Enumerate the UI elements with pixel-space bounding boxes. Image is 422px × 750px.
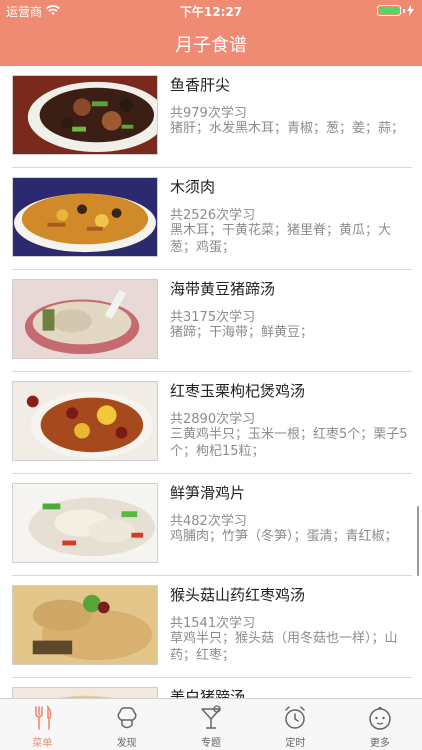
recipe-title: 美白猪蹄汤 (170, 688, 246, 698)
study-count: 共482次学习 (170, 514, 247, 529)
tab-label: 菜单 (32, 738, 53, 749)
recipe-title: 鲜笋滑鸡片 (170, 484, 246, 502)
recipe-row[interactable]: 红枣玉栗枸杞煲鸡汤 共2890次学习 三黄鸡半只；玉米一根；红枣5个；栗子5个；… (0, 372, 422, 474)
recipe-row[interactable]: 猴头菇山药红枣鸡汤 共1541次学习 草鸡半只；猴头菇（用冬菇也一样）；山药；红… (0, 576, 422, 678)
ingredients: 黑木耳；干黄花菜；猪里脊；黄瓜；大葱；鸡蛋； (170, 223, 392, 255)
baby-face-icon (369, 706, 391, 730)
recipe-thumbnail (12, 75, 158, 155)
recipe-row[interactable]: 美白猪蹄汤 (0, 678, 422, 698)
tab-topics[interactable]: 专题 (169, 699, 253, 750)
recipe-row[interactable]: 木须肉 共2526次学习 黑木耳；干黄花菜；猪里脊；黄瓜；大葱；鸡蛋； (0, 168, 422, 270)
study-count: 共979次学习 (170, 106, 247, 121)
tab-more[interactable]: 更多 (338, 699, 422, 750)
ingredients: 鸡脯肉；竹笋（冬笋）；蛋清；青红椒； (170, 529, 398, 544)
recipe-list[interactable]: 鱼香肝尖 共979次学习 猪肝；水发黑木耳；青椒；葱；姜；蒜； 木须肉 共252… (0, 66, 422, 698)
recipe-title: 猴头菇山药红枣鸡汤 (170, 586, 306, 604)
study-count: 共2890次学习 (170, 412, 256, 427)
tab-label: 更多 (369, 738, 390, 749)
ingredients: 猪蹄；干海带；鲜黄豆； (170, 325, 314, 340)
recipe-title: 海带黄豆猪蹄汤 (170, 280, 276, 298)
scroll-indicator[interactable] (417, 506, 419, 576)
fork-knife-icon (35, 704, 52, 730)
tab-timer[interactable]: 定时 (253, 699, 337, 750)
battery-icon (377, 5, 414, 16)
study-count: 共1541次学习 (170, 616, 256, 631)
tab-menu[interactable]: 菜单 (0, 699, 84, 750)
nav-bar: 月子食谱 (0, 22, 422, 66)
recipe-thumbnail (12, 177, 158, 257)
recipe-title: 鱼香肝尖 (170, 76, 231, 94)
status-time: 下午12:27 (179, 5, 243, 19)
tab-label: 定时 (285, 738, 306, 749)
charging-icon (407, 5, 414, 16)
cocktail-icon (201, 705, 221, 729)
chef-hat-icon (117, 707, 137, 729)
alarm-clock-icon (285, 706, 306, 729)
recipe-thumbnail (12, 279, 158, 359)
tab-label: 专题 (201, 738, 222, 749)
study-count: 共3175次学习 (170, 310, 256, 325)
tab-label: 发现 (116, 738, 137, 749)
recipe-row[interactable]: 鲜笋滑鸡片 共482次学习 鸡脯肉；竹笋（冬笋）；蛋清；青红椒； (0, 474, 422, 576)
recipe-row[interactable]: 海带黄豆猪蹄汤 共3175次学习 猪蹄；干海带；鲜黄豆； (0, 270, 422, 372)
tab-discover[interactable]: 发现 (84, 699, 168, 750)
status-bar: 运营商 下午12:27 (0, 0, 422, 22)
tab-bar: 菜单 发现 专题 定时 更多 (0, 698, 422, 750)
recipe-thumbnail (12, 381, 158, 461)
page-title: 月子食谱 (175, 35, 247, 56)
ingredients: 猪肝；水发黑木耳；青椒；葱；姜；蒜； (170, 121, 405, 136)
recipe-row[interactable]: 鱼香肝尖 共979次学习 猪肝；水发黑木耳；青椒；葱；姜；蒜； (0, 66, 422, 168)
recipe-title: 红枣玉栗枸杞煲鸡汤 (170, 382, 306, 400)
study-count: 共2526次学习 (170, 208, 256, 223)
recipe-title: 木须肉 (170, 178, 216, 196)
recipe-thumbnail (12, 585, 158, 665)
ingredients: 草鸡半只；猴头菇（用冬菇也一样）；山药；红枣； (170, 631, 398, 663)
recipe-thumbnail (12, 687, 158, 698)
ingredients: 三黄鸡半只；玉米一根；红枣5个；栗子5个；枸杞15粒； (170, 427, 408, 459)
recipe-thumbnail (12, 483, 158, 563)
